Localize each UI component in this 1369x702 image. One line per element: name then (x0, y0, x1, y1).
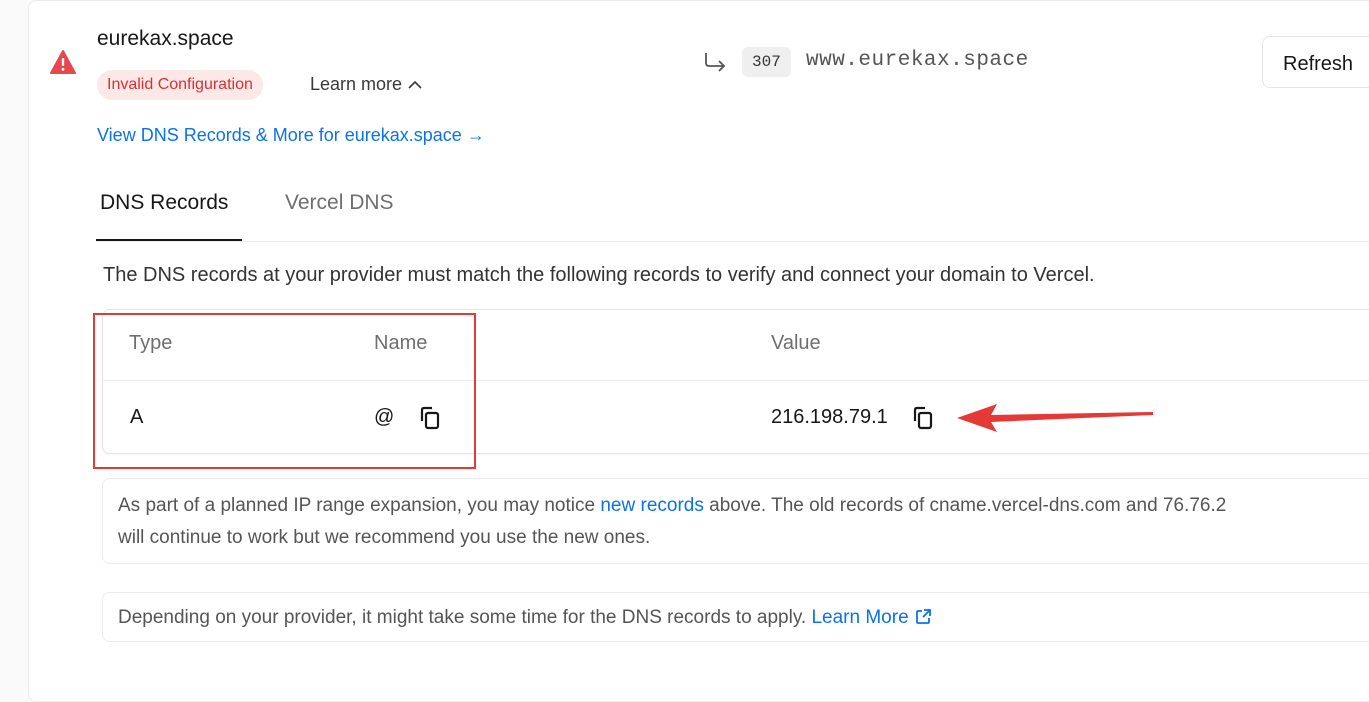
copy-icon[interactable] (911, 405, 935, 431)
tabs-divider (96, 241, 1369, 242)
external-link-icon (915, 609, 931, 624)
chevron-up-icon (408, 80, 422, 89)
status-badge: Invalid Configuration (97, 70, 263, 100)
ip-notice-text-line2: will continue to work but we recommend y… (118, 527, 651, 548)
learn-more-link[interactable]: Learn More (811, 607, 931, 628)
dns-instructions: The DNS records at your provider must ma… (103, 264, 1095, 286)
record-value: 216.198.79.1 (771, 406, 888, 428)
propagation-text: Depending on your provider, it might tak… (118, 607, 812, 628)
tab-vercel-dns[interactable]: Vercel DNS (285, 191, 394, 215)
warning-triangle-icon (50, 50, 76, 74)
domain-name[interactable]: eurekax.space (97, 27, 234, 51)
column-header-value: Value (771, 332, 821, 354)
learn-more-label: Learn more (310, 74, 403, 94)
tab-dns-records[interactable]: DNS Records (100, 191, 228, 215)
learn-more-toggle[interactable]: Learn more (310, 74, 422, 95)
redirect-arrow-icon (705, 53, 726, 72)
view-dns-records-link[interactable]: View DNS Records & More for eurekax.spac… (97, 125, 485, 146)
redirect-target: www.eurekax.space (806, 49, 1029, 72)
propagation-notice: Depending on your provider, it might tak… (102, 592, 1369, 642)
redirect-status-code: 307 (742, 47, 791, 77)
ip-expansion-notice: As part of a planned IP range expansion,… (102, 478, 1369, 564)
ip-notice-text: As part of a planned IP range expansion,… (118, 495, 601, 516)
ip-notice-text-cont: above. The old records of cname.vercel-d… (703, 495, 1227, 516)
refresh-button[interactable]: Refresh (1262, 36, 1369, 88)
new-records-link[interactable]: new records (600, 495, 704, 516)
annotation-highlight-box (93, 313, 476, 469)
annotation-arrow (957, 404, 1153, 432)
active-tab-indicator (96, 239, 242, 241)
learn-more-link-label: Learn More (811, 607, 909, 628)
